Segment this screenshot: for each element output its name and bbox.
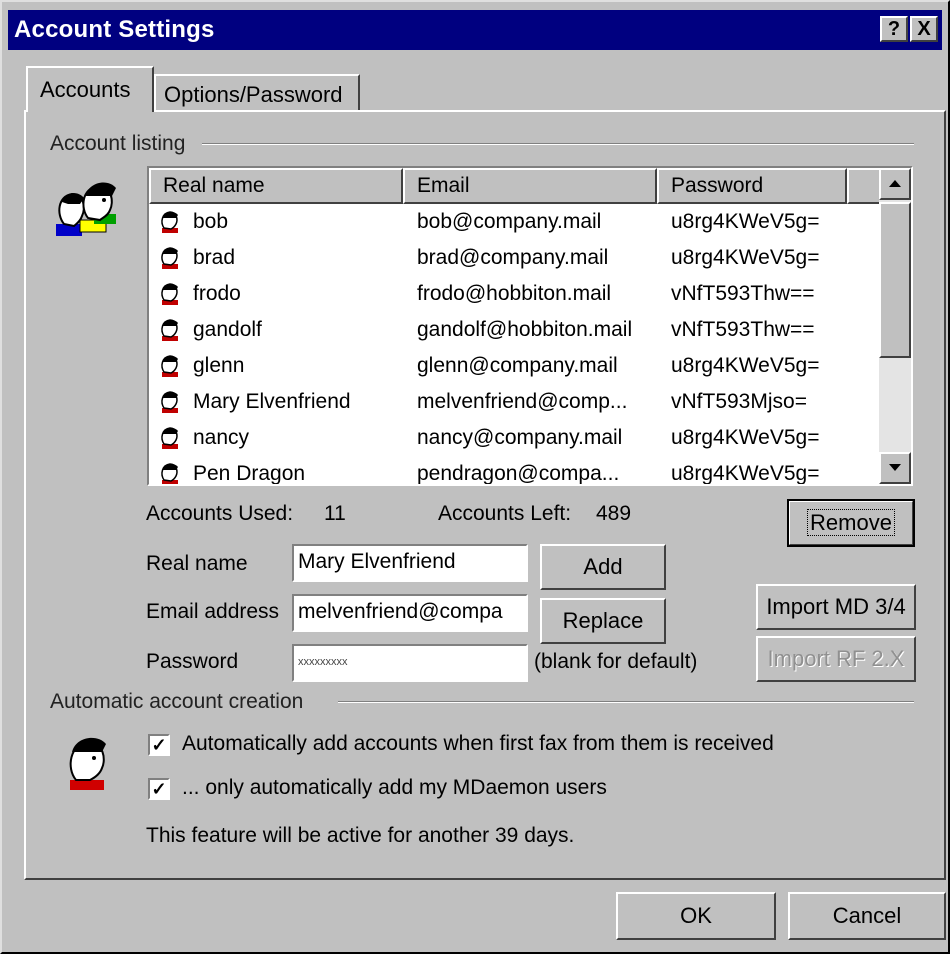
account-listing-label: Account listing [50,132,194,156]
account-password: u8rg4KWeV5g= [671,210,820,233]
auto-add-label: Automatically add accounts when first fa… [182,732,774,755]
column-header-filler [847,168,881,204]
account-password: u8rg4KWeV5g= [671,426,820,449]
account-row[interactable]: Mary Elvenfriend melvenfriend@comp... vNfT… [149,384,879,420]
email-address-label: Email address [146,600,280,623]
account-password: u8rg4KWeV5g= [671,246,820,269]
account-row[interactable]: bob bob@company.mail u8rg4KWeV5g= [149,204,879,240]
scroll-up-button[interactable] [879,168,911,200]
account-real-name: Pen Dragon [193,462,306,484]
account-email: gandolf@hobbiton.mail [417,318,633,341]
accounts-list-scrollbar[interactable] [879,168,911,484]
scroll-thumb[interactable] [879,202,911,358]
only-mdaemon-label: ... only automatically add my MDaemon us… [182,776,607,799]
accounts-used-label: Accounts Used: [146,502,294,525]
account-row[interactable]: brad brad@company.mail u8rg4KWeV5g= [149,240,879,276]
user-row-icon [159,354,183,378]
account-real-name: bob [193,210,229,233]
real-name-input[interactable]: Mary Elvenfriend [292,544,528,582]
account-listing-divider [202,143,914,145]
accounts-used-value: 11 [324,502,346,525]
accounts-list[interactable]: Real name Email Password bob bob@company.… [147,166,913,486]
user-row-icon [159,246,183,270]
account-password: u8rg4KWeV5g= [671,354,820,377]
user-row-icon [159,390,183,414]
account-email: frodo@hobbiton.mail [417,282,612,305]
account-password: u8rg4KWeV5g= [671,462,820,484]
password-label: Password [146,650,239,673]
account-email: brad@company.mail [417,246,609,269]
user-row-icon [159,462,183,484]
password-hint: (blank for default) [534,650,698,673]
tab-options-password-label: Options/Password [164,82,343,107]
user-row-icon [159,318,183,342]
only-mdaemon-checkbox[interactable]: ✓ [148,778,170,800]
tab-options-password[interactable]: Options/Password [154,74,360,112]
account-password: vNfT593Thw== [671,318,815,341]
remove-button[interactable]: Remove [787,499,915,547]
cancel-button[interactable]: Cancel [788,892,946,940]
account-real-name: Mary Elvenfriend [193,390,351,413]
person-icon [69,737,106,790]
account-row[interactable]: gandolf gandolf@hobbiton.mail vNfT593Thw== [149,312,879,348]
window-title: Account Settings [14,16,215,43]
account-email: glenn@company.mail [417,354,618,377]
add-button[interactable]: Add [540,544,666,590]
replace-button[interactable]: Replace [540,598,666,644]
users-group-icon [56,182,116,236]
arrow-down-icon [889,464,901,471]
user-row-icon [159,426,183,450]
account-password: vNfT593Thw== [671,282,815,305]
auto-add-checkbox[interactable]: ✓ [148,734,170,756]
column-header-email[interactable]: Email [403,168,657,204]
remove-button-label: Remove [807,509,895,536]
account-real-name: glenn [193,354,245,377]
account-settings-window: Account Settings ? X Accounts Options/Pa… [0,0,950,954]
import-md-button[interactable]: Import MD 3/4 [756,584,916,630]
account-real-name: nancy [193,426,250,449]
accounts-left-label: Accounts Left: [438,502,572,525]
account-real-name: frodo [193,282,241,305]
accounts-left-value: 489 [596,502,632,525]
tab-accounts[interactable]: Accounts [26,66,154,112]
user-row-icon [159,282,183,306]
user-row-icon [159,210,183,234]
account-real-name: brad [193,246,236,269]
account-row[interactable]: Pen Dragon pendragon@compa... u8rg4KWeV5g= [149,456,879,484]
password-input[interactable]: xxxxxxxxx [292,644,528,682]
account-email: melvenfriend@comp... [417,390,628,413]
account-row[interactable]: nancy nancy@company.mail u8rg4KWeV5g= [149,420,879,456]
tab-accounts-label: Accounts [40,77,131,102]
column-header-real-name[interactable]: Real name [149,168,403,204]
scroll-down-button[interactable] [879,452,911,484]
feature-notice: This feature will be active for another … [146,824,575,847]
account-password: vNfT593Mjso= [671,390,807,413]
auto-creation-divider [338,701,914,703]
ok-button[interactable]: OK [616,892,776,940]
auto-creation-label: Automatic account creation [50,690,312,714]
column-header-password[interactable]: Password [657,168,847,204]
arrow-up-icon [889,180,901,187]
accounts-list-rows: bob bob@company.mail u8rg4KWeV5g= brad brad@… [149,204,879,484]
account-row[interactable]: glenn glenn@company.mail u8rg4KWeV5g= [149,348,879,384]
help-button[interactable]: ? [880,16,908,42]
account-email: bob@company.mail [417,210,602,233]
real-name-label: Real name [146,552,248,575]
import-rf-button[interactable]: Import RF 2.X [756,636,916,682]
account-row[interactable]: frodo frodo@hobbiton.mail vNfT593Thw== [149,276,879,312]
account-email: pendragon@compa... [417,462,620,484]
email-address-input[interactable]: melvenfriend@compa [292,594,528,632]
close-button[interactable]: X [910,16,938,42]
account-email: nancy@company.mail [417,426,623,449]
title-bar[interactable]: Account Settings ? X [8,10,942,50]
account-real-name: gandolf [193,318,262,341]
